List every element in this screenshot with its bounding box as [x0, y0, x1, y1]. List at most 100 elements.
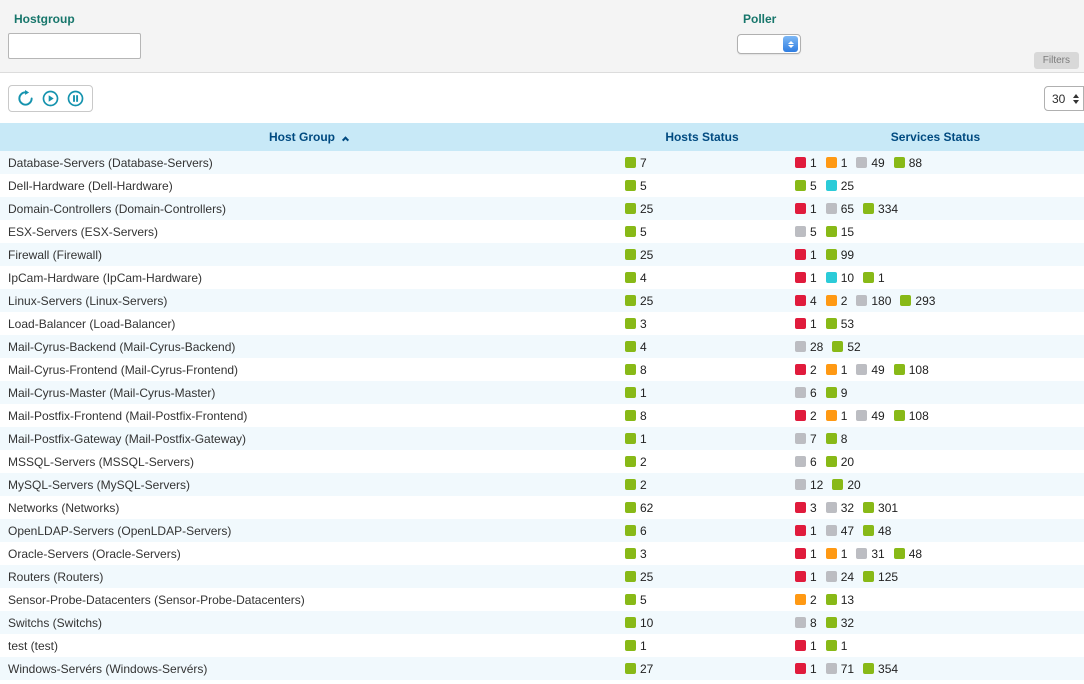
table-row[interactable]: Load-Balancer (Load-Balancer) 3 153 — [0, 312, 1084, 335]
green-status-square — [894, 364, 905, 375]
red-status-square — [795, 548, 806, 559]
hostgroup-input[interactable] — [8, 33, 141, 59]
table-row[interactable]: Mail-Cyrus-Frontend (Mail-Cyrus-Frontend… — [0, 358, 1084, 381]
red-status-square — [795, 318, 806, 329]
red-status-square — [795, 203, 806, 214]
status-count: 65 — [841, 202, 854, 216]
status-green: 5 — [625, 593, 647, 607]
status-count: 1 — [640, 432, 647, 446]
table-row[interactable]: Mail-Cyrus-Master (Mail-Cyrus-Master) 1 … — [0, 381, 1084, 404]
column-header-hostgroup[interactable]: Host Group — [0, 130, 617, 144]
hostgroup-name[interactable]: Mail-Postfix-Gateway (Mail-Postfix-Gatew… — [0, 432, 617, 446]
table-row[interactable]: Oracle-Servers (Oracle-Servers) 3 113148 — [0, 542, 1084, 565]
filters-button[interactable]: Filters — [1034, 52, 1079, 69]
status-count: 49 — [871, 363, 884, 377]
table-row[interactable]: MSSQL-Servers (MSSQL-Servers) 2 620 — [0, 450, 1084, 473]
page-size-select[interactable]: 30 — [1044, 86, 1084, 111]
table-row[interactable]: Database-Servers (Database-Servers) 7 11… — [0, 151, 1084, 174]
services-status-cell: 113148 — [787, 547, 1084, 561]
status-green: 5 — [625, 225, 647, 239]
hostgroup-name[interactable]: MSSQL-Servers (MSSQL-Servers) — [0, 455, 617, 469]
column-header-hosts-status[interactable]: Hosts Status — [617, 130, 787, 144]
hostgroup-name[interactable]: ESX-Servers (ESX-Servers) — [0, 225, 617, 239]
status-gray: 12 — [795, 478, 823, 492]
table-row[interactable]: OpenLDAP-Servers (OpenLDAP-Servers) 6 14… — [0, 519, 1084, 542]
status-green: 20 — [826, 455, 854, 469]
hostgroup-name[interactable]: Firewall (Firewall) — [0, 248, 617, 262]
status-red: 2 — [795, 409, 817, 423]
table-row[interactable]: Linux-Servers (Linux-Servers) 25 4218029… — [0, 289, 1084, 312]
play-icon[interactable] — [42, 90, 59, 107]
hostgroup-name[interactable]: Routers (Routers) — [0, 570, 617, 584]
green-status-square — [826, 617, 837, 628]
hostgroup-name[interactable]: Oracle-Servers (Oracle-Servers) — [0, 547, 617, 561]
table-row[interactable]: Mail-Postfix-Gateway (Mail-Postfix-Gatew… — [0, 427, 1084, 450]
hostgroup-name[interactable]: Windows-Servérs (Windows-Servérs) — [0, 662, 617, 676]
hosts-status-cell: 2 — [617, 455, 787, 469]
table-row[interactable]: Networks (Networks) 62 332301 — [0, 496, 1084, 519]
table-row[interactable]: Dell-Hardware (Dell-Hardware) 5 5 25 — [0, 174, 1084, 197]
hostgroup-name[interactable]: Mail-Cyrus-Backend (Mail-Cyrus-Backend) — [0, 340, 617, 354]
status-green: 1 — [625, 639, 647, 653]
table-row[interactable]: Routers (Routers) 25 124125 — [0, 565, 1084, 588]
red-status-square — [795, 295, 806, 306]
table-row[interactable]: Windows-Servérs (Windows-Servérs) 27 171… — [0, 657, 1084, 680]
hosts-status-cell: 1 — [617, 386, 787, 400]
status-orange: 2 — [826, 294, 848, 308]
status-green: 293 — [900, 294, 935, 308]
hostgroup-name[interactable]: IpCam-Hardware (IpCam-Hardware) — [0, 271, 617, 285]
table-row[interactable]: Domain-Controllers (Domain-Controllers) … — [0, 197, 1084, 220]
status-count: 49 — [871, 156, 884, 170]
status-green: 5 — [795, 179, 817, 193]
pause-icon[interactable] — [67, 90, 84, 107]
green-status-square — [625, 410, 636, 421]
table-row[interactable]: Mail-Postfix-Frontend (Mail-Postfix-Fron… — [0, 404, 1084, 427]
hosts-status-cell: 8 — [617, 363, 787, 377]
table-row[interactable]: MySQL-Servers (MySQL-Servers) 2 1220 — [0, 473, 1084, 496]
status-green: 1 — [826, 639, 848, 653]
hostgroup-name[interactable]: Sensor-Probe-Datacenters (Sensor-Probe-D… — [0, 593, 617, 607]
hostgroup-name[interactable]: Mail-Cyrus-Frontend (Mail-Cyrus-Frontend… — [0, 363, 617, 377]
red-status-square — [795, 272, 806, 283]
hostgroup-name[interactable]: test (test) — [0, 639, 617, 653]
status-count: 25 — [841, 179, 854, 193]
status-green: 25 — [625, 294, 653, 308]
status-green: 2 — [625, 455, 647, 469]
green-status-square — [625, 594, 636, 605]
hostgroup-name[interactable]: Networks (Networks) — [0, 501, 617, 515]
table-row[interactable]: test (test) 1 11 — [0, 634, 1084, 657]
poller-filter: Poller — [737, 10, 801, 54]
table-row[interactable]: Switchs (Switchs) 10 832 — [0, 611, 1084, 634]
status-count: 24 — [841, 570, 854, 584]
hostgroup-name[interactable]: Database-Servers (Database-Servers) — [0, 156, 617, 170]
column-header-services-status[interactable]: Services Status — [787, 130, 1084, 144]
hostgroup-name[interactable]: Linux-Servers (Linux-Servers) — [0, 294, 617, 308]
refresh-icon[interactable] — [17, 90, 34, 107]
hostgroup-name[interactable]: Mail-Cyrus-Master (Mail-Cyrus-Master) — [0, 386, 617, 400]
status-green: 32 — [826, 616, 854, 630]
table-row[interactable]: IpCam-Hardware (IpCam-Hardware) 4 1101 — [0, 266, 1084, 289]
services-status-cell: 1101 — [787, 271, 1084, 285]
status-red: 1 — [795, 570, 817, 584]
red-status-square — [795, 571, 806, 582]
hostgroup-name[interactable]: Load-Balancer (Load-Balancer) — [0, 317, 617, 331]
hostgroup-name[interactable]: Dell-Hardware (Dell-Hardware) — [0, 179, 617, 193]
hostgroup-name[interactable]: OpenLDAP-Servers (OpenLDAP-Servers) — [0, 524, 617, 538]
status-green: 20 — [832, 478, 860, 492]
hostgroup-name[interactable]: Switchs (Switchs) — [0, 616, 617, 630]
table-row[interactable]: ESX-Servers (ESX-Servers) 5 515 — [0, 220, 1084, 243]
table-row[interactable]: Firewall (Firewall) 25 199 — [0, 243, 1084, 266]
status-green: 5 — [625, 179, 647, 193]
table-row[interactable]: Mail-Cyrus-Backend (Mail-Cyrus-Backend) … — [0, 335, 1084, 358]
status-gray: 7 — [795, 432, 817, 446]
status-count: 62 — [640, 501, 653, 515]
poller-select[interactable] — [737, 34, 801, 54]
green-status-square — [625, 548, 636, 559]
hostgroup-name[interactable]: Domain-Controllers (Domain-Controllers) — [0, 202, 617, 216]
green-status-square — [894, 157, 905, 168]
hostgroup-name[interactable]: MySQL-Servers (MySQL-Servers) — [0, 478, 617, 492]
green-status-square — [625, 663, 636, 674]
table-row[interactable]: Sensor-Probe-Datacenters (Sensor-Probe-D… — [0, 588, 1084, 611]
hostgroup-name[interactable]: Mail-Postfix-Frontend (Mail-Postfix-Fron… — [0, 409, 617, 423]
status-count: 293 — [915, 294, 935, 308]
